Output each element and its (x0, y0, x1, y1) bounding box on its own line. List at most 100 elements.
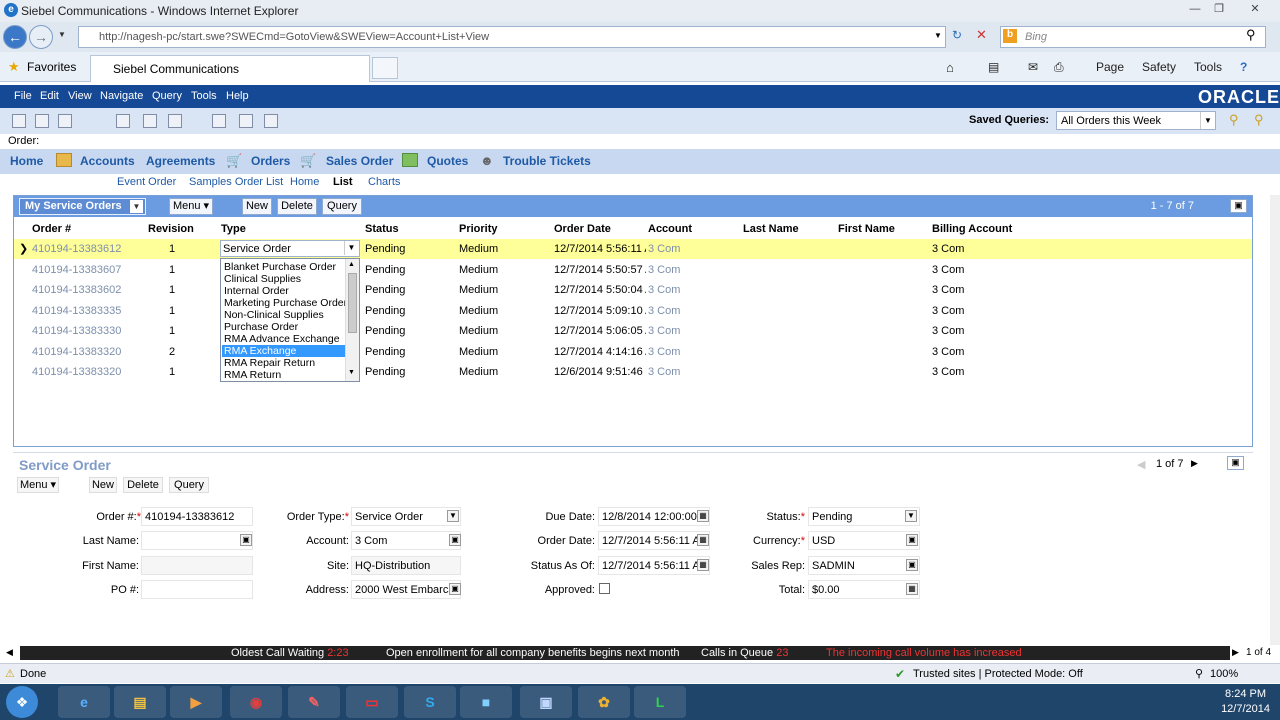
tools-menu[interactable]: Tools (1194, 60, 1222, 74)
form-new-button[interactable]: New (89, 477, 117, 493)
search-input[interactable]: Bing (1000, 26, 1266, 48)
type-option[interactable]: Purchase Order (222, 321, 346, 333)
refresh-icon[interactable]: ↻ (952, 28, 962, 42)
taskbar-media-icon[interactable]: ▶ (170, 686, 222, 718)
feeds-icon[interactable]: ▤ (988, 60, 999, 74)
order-number-link[interactable]: 410194-13383320 (32, 366, 121, 378)
type-option[interactable]: Marketing Purchase Order (222, 297, 347, 309)
approved-checkbox[interactable] (599, 583, 610, 594)
menu-navigate[interactable]: Navigate (100, 90, 143, 102)
order-number-field[interactable]: 410194-13383612 (141, 507, 253, 526)
list-query-button[interactable]: Query (322, 198, 362, 215)
list-menu-button[interactable]: Menu ▾ (169, 198, 213, 215)
list-delete-button[interactable]: Delete (277, 198, 317, 215)
view-tab-samples-order-list[interactable]: Samples Order List (189, 176, 283, 188)
tab-accounts[interactable]: Accounts (80, 154, 135, 168)
last-name-picker-icon[interactable]: ▣ (240, 534, 252, 546)
column-header-revision[interactable]: Revision (148, 223, 194, 235)
column-header-billing-account[interactable]: Billing Account (932, 223, 1012, 235)
column-header-first-name[interactable]: First Name (838, 223, 895, 235)
expand-applet-icon[interactable]: ▣ (1230, 199, 1247, 213)
security-zone[interactable]: Trusted sites | Protected Mode: Off (913, 668, 1083, 680)
form-menu-button[interactable]: Menu ▾ (17, 477, 59, 493)
close-window-button[interactable]: ✕ (1244, 2, 1266, 18)
column-header-status[interactable]: Status (365, 223, 399, 235)
visibility-dropdown-icon[interactable]: ▼ (130, 200, 143, 213)
taskbar-explorer-icon[interactable]: ▤ (114, 686, 166, 718)
form-delete-button[interactable]: Delete (123, 477, 163, 493)
menu-edit[interactable]: Edit (40, 90, 59, 102)
type-option[interactable]: Blanket Purchase Order (222, 261, 346, 273)
total-calculator-icon[interactable]: ▦ (906, 583, 918, 595)
account-link[interactable]: 3 Com (648, 264, 680, 276)
tab-quotes[interactable]: Quotes (427, 154, 468, 168)
menu-tools[interactable]: Tools (191, 90, 217, 102)
search-icon[interactable]: ⚲ (1246, 27, 1256, 43)
due-date-field[interactable]: 12/8/2014 12:00:00 (598, 507, 710, 526)
taskbar-skype-icon[interactable]: S (404, 686, 456, 718)
expand-form-icon[interactable]: ▣ (1227, 456, 1244, 470)
view-tab-list[interactable]: List (333, 176, 353, 188)
ticker-left-icon[interactable]: ◀ (6, 647, 13, 658)
toolbar-icon-9[interactable] (264, 114, 278, 128)
tab-orders[interactable]: Orders (251, 154, 290, 168)
dropdown-scrollbar[interactable]: ▲ ▼ (345, 259, 359, 381)
toolbar-icon-1[interactable] (12, 114, 26, 128)
toolbar-icon-8[interactable] (239, 114, 253, 128)
order-number-link[interactable]: 410194-13383330 (32, 325, 121, 337)
favorites-star-icon[interactable]: ★ (8, 59, 20, 75)
order-date-field[interactable]: 12/7/2014 5:56:11 A (598, 531, 710, 550)
page-scrollbar[interactable] (1270, 195, 1280, 645)
status-dropdown-icon[interactable]: ▼ (905, 510, 917, 522)
status-as-of-field[interactable]: 12/7/2014 5:56:11 A (598, 556, 710, 575)
type-option[interactable]: Clinical Supplies (222, 273, 346, 285)
type-option[interactable]: Internal Order (222, 285, 346, 297)
order-date-calendar-icon[interactable]: ▦ (697, 534, 709, 546)
toolbar-icon-7[interactable] (212, 114, 226, 128)
account-link[interactable]: 3 Com (648, 366, 680, 378)
toolbar-icon-3[interactable] (58, 114, 72, 128)
table-row[interactable]: ❯ 410194-13383612 1 Pending Medium 12/7/… (14, 239, 1252, 259)
sales-rep-picker-icon[interactable]: ▣ (906, 559, 918, 571)
stop-icon[interactable]: ✕ (976, 27, 987, 43)
address-field[interactable]: 2000 West Embarcad (351, 580, 461, 599)
table-row[interactable]: 410194-13383602 1 Pending Medium 12/7/20… (14, 280, 1252, 300)
table-row[interactable]: 410194-13383335 1 Pending Medium 12/7/20… (14, 301, 1252, 321)
menu-help[interactable]: Help (226, 90, 249, 102)
list-new-button[interactable]: New (242, 198, 272, 215)
type-option[interactable]: RMA Return (222, 369, 346, 381)
taskbar-app-icon[interactable]: ✎ (288, 686, 340, 718)
browser-tab[interactable]: Siebel Communications (90, 55, 370, 82)
binoculars-icon[interactable] (116, 114, 130, 128)
currency-field[interactable]: USD (808, 531, 920, 550)
menu-query[interactable]: Query (152, 90, 182, 102)
currency-picker-icon[interactable]: ▣ (906, 534, 918, 546)
sales-rep-field[interactable]: SADMIN (808, 556, 920, 575)
order-number-link[interactable]: 410194-13383335 (32, 305, 121, 317)
new-tab-button[interactable] (372, 57, 398, 79)
status-select[interactable]: Pending (808, 507, 920, 526)
form-query-button[interactable]: Query (169, 477, 209, 493)
account-link[interactable]: 3 Com (648, 243, 680, 255)
view-tab-home[interactable]: Home (290, 176, 319, 188)
mail-icon[interactable]: ✉ (1028, 60, 1038, 74)
taskbar-chrome-icon[interactable]: ◉ (230, 686, 282, 718)
next-record-icon[interactable]: ▶ (1191, 458, 1198, 469)
last-name-field[interactable] (141, 531, 253, 550)
tab-trouble-tickets[interactable]: Trouble Tickets (503, 154, 591, 168)
table-row[interactable]: 410194-13383607 1 Pending Medium 12/7/20… (14, 260, 1252, 280)
due-date-calendar-icon[interactable]: ▦ (697, 510, 709, 522)
order-type-dropdown-icon[interactable]: ▼ (447, 510, 459, 522)
table-row[interactable]: 410194-13383320 2 Pending Medium 12/7/20… (14, 342, 1252, 362)
tab-sales-order[interactable]: Sales Order (326, 154, 393, 168)
order-number-link[interactable]: 410194-13383320 (32, 346, 121, 358)
status-as-of-calendar-icon[interactable]: ▦ (697, 559, 709, 571)
toolbar-icon-5[interactable] (143, 114, 157, 128)
type-option[interactable]: Non-Clinical Supplies (222, 309, 346, 321)
table-row[interactable]: 410194-13383320 1 Pending Medium 12/6/20… (14, 362, 1252, 382)
query-assistant-icon[interactable]: ⚲ (1229, 112, 1239, 128)
order-type-select[interactable]: Service Order (351, 507, 461, 526)
toolbar-icon-6[interactable] (168, 114, 182, 128)
saved-queries-dropdown-icon[interactable]: ▼ (1200, 112, 1215, 129)
tab-agreements[interactable]: Agreements (146, 154, 215, 168)
